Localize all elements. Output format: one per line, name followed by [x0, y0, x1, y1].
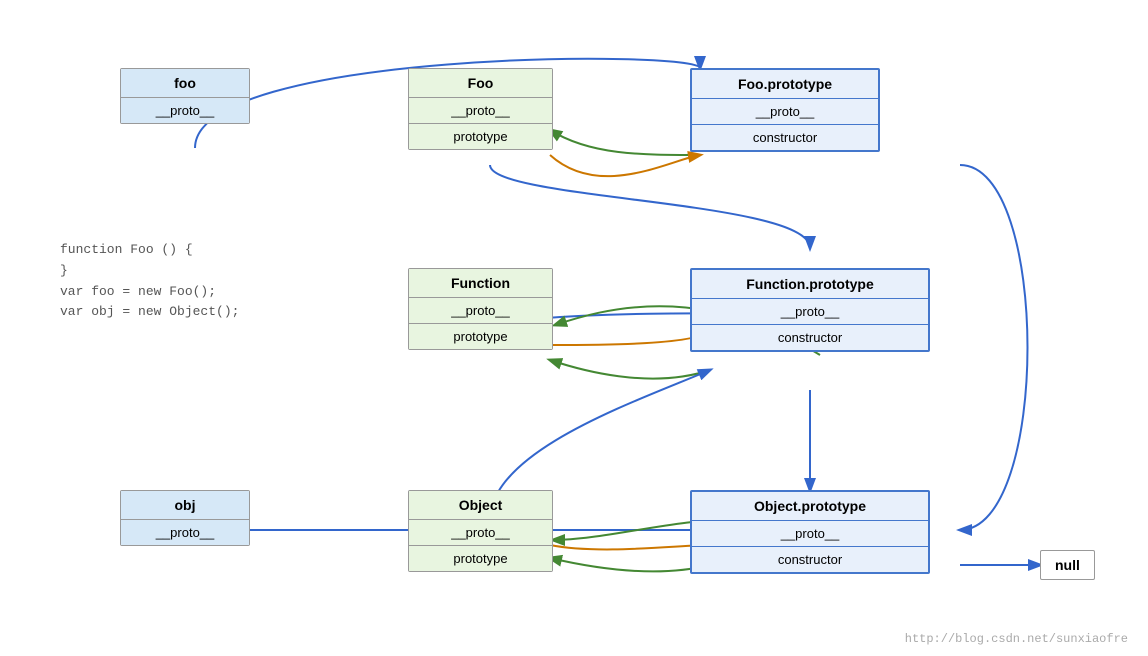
- code-line-1: function Foo () {: [60, 240, 239, 261]
- attribution: http://blog.csdn.net/sunxiaofre: [905, 632, 1128, 646]
- Object-title: Object: [409, 491, 552, 519]
- ObjectPrototype-title: Object.prototype: [692, 492, 928, 520]
- Object-proto-field: __proto__: [409, 519, 552, 545]
- diagram: foo __proto__ Foo __proto__ prototype Fo…: [0, 0, 1148, 656]
- code-line-3: var foo = new Foo();: [60, 282, 239, 303]
- obj-box: obj __proto__: [120, 490, 250, 546]
- FunctionPrototype-constructor-field: constructor: [692, 324, 928, 350]
- obj-title: obj: [121, 491, 249, 519]
- null-label: null: [1055, 557, 1080, 573]
- FooPrototype-proto-field: __proto__: [692, 98, 878, 124]
- code-block: function Foo () { } var foo = new Foo();…: [60, 240, 239, 323]
- Object-prototype-field: prototype: [409, 545, 552, 571]
- Function-proto-field: __proto__: [409, 297, 552, 323]
- null-box: null: [1040, 550, 1095, 580]
- ObjectPrototype-proto-field: __proto__: [692, 520, 928, 546]
- FunctionPrototype-proto-field: __proto__: [692, 298, 928, 324]
- Function-prototype-field: prototype: [409, 323, 552, 349]
- ObjectPrototype-constructor-field: constructor: [692, 546, 928, 572]
- FooPrototype-constructor-field: constructor: [692, 124, 878, 150]
- code-line-4: var obj = new Object();: [60, 302, 239, 323]
- ObjectPrototype-box: Object.prototype __proto__ constructor: [690, 490, 930, 574]
- FunctionPrototype-title: Function.prototype: [692, 270, 928, 298]
- obj-proto-field: __proto__: [121, 519, 249, 545]
- Function-box: Function __proto__ prototype: [408, 268, 553, 350]
- FooPrototype-title: Foo.prototype: [692, 70, 878, 98]
- FooPrototype-box: Foo.prototype __proto__ constructor: [690, 68, 880, 152]
- code-line-2: }: [60, 261, 239, 282]
- foo-box: foo __proto__: [120, 68, 250, 124]
- Foo-proto-field: __proto__: [409, 97, 552, 123]
- Object-box: Object __proto__ prototype: [408, 490, 553, 572]
- Function-title: Function: [409, 269, 552, 297]
- foo-title: foo: [121, 69, 249, 97]
- Foo-prototype-field: prototype: [409, 123, 552, 149]
- Foo-box: Foo __proto__ prototype: [408, 68, 553, 150]
- FunctionPrototype-box: Function.prototype __proto__ constructor: [690, 268, 930, 352]
- foo-proto-field: __proto__: [121, 97, 249, 123]
- Foo-title: Foo: [409, 69, 552, 97]
